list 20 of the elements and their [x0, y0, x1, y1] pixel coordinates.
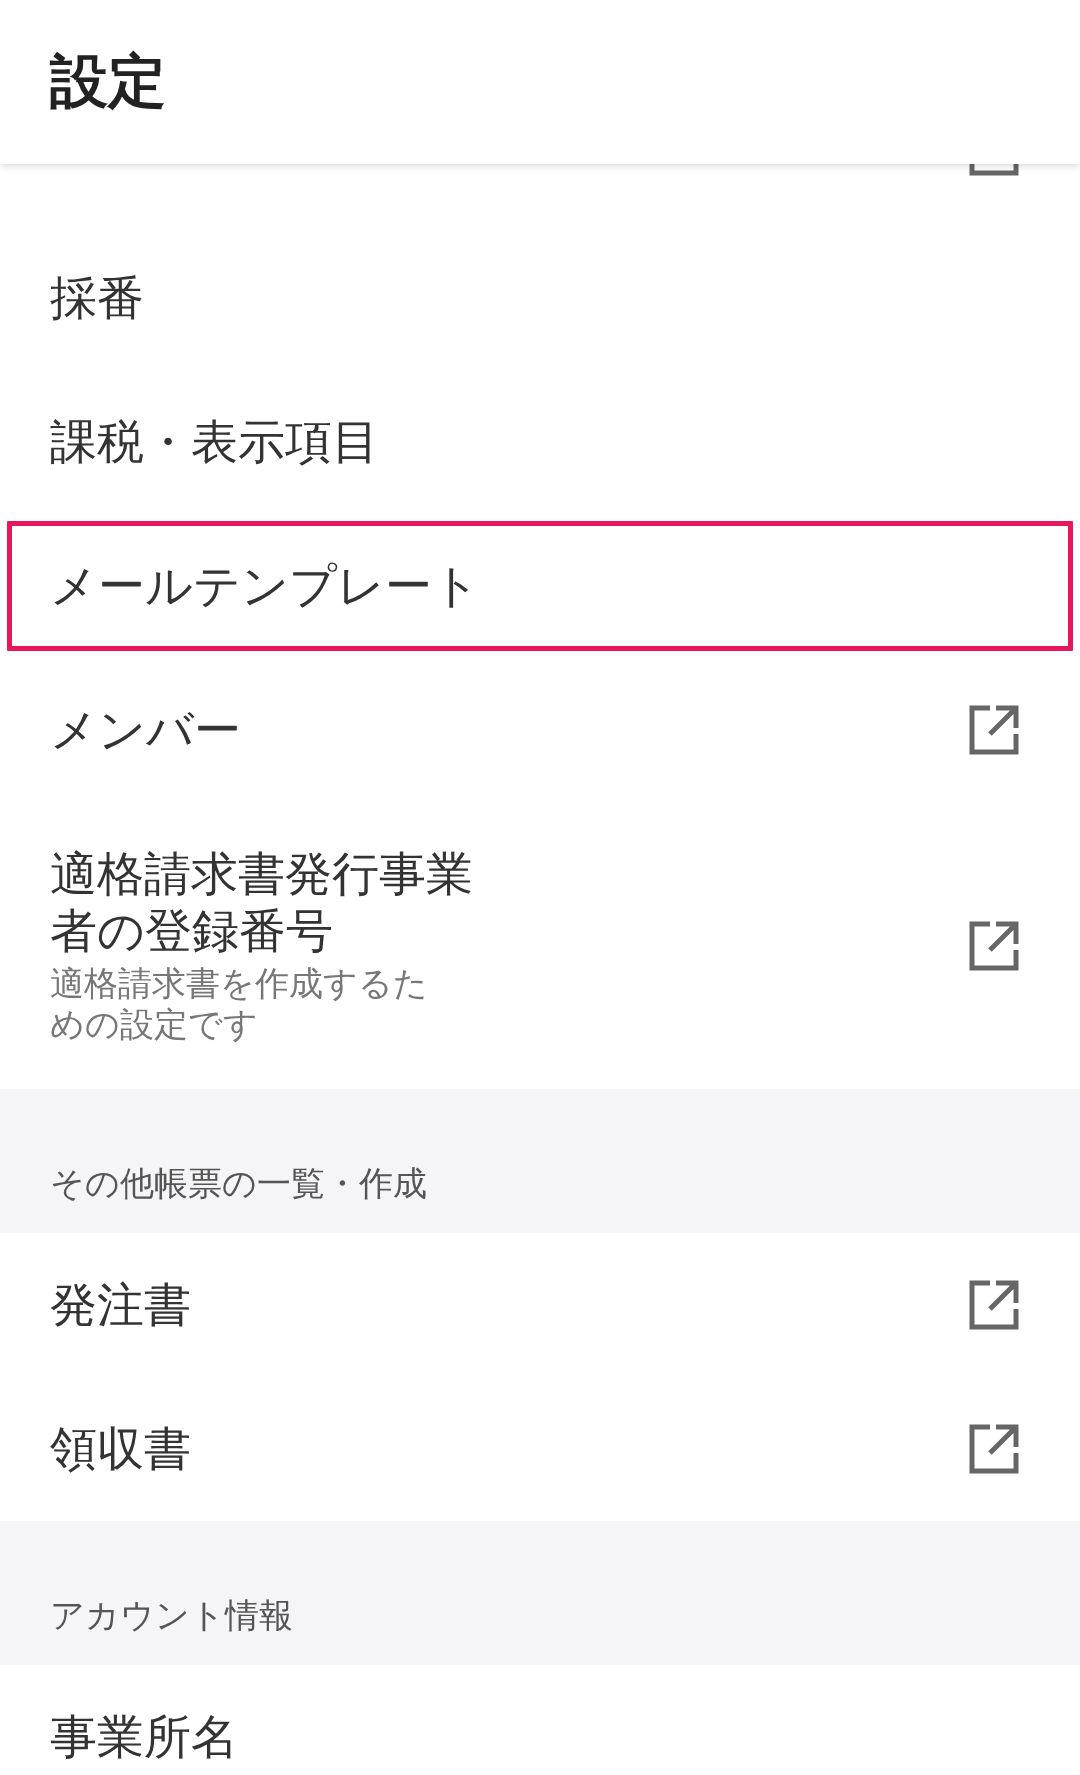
section-title: その他帳票の一覧・作成: [50, 1162, 427, 1205]
settings-item[interactable]: 領収書: [0, 1377, 1080, 1521]
settings-item[interactable]: 事業所名: [0, 1665, 1080, 1775]
settings-item[interactable]: メールテンプレート: [0, 514, 1080, 658]
item-label: 適格請求書発行事業者の登録番号: [50, 846, 474, 960]
item-label: メンバー: [50, 701, 241, 759]
page-title: 設定: [50, 46, 166, 117]
settings-item[interactable]: 適格請求書発行事業者の登録番号 適格請求書を作成するための設定です: [0, 802, 1080, 1089]
item-label: 領収書: [50, 1420, 191, 1478]
item-label: 採番: [50, 269, 144, 327]
item-label: 課税・表示項目: [50, 413, 379, 471]
item-description: 適格請求書を作成するための設定です: [50, 963, 429, 1045]
section-title: アカウント情報: [50, 1594, 293, 1637]
item-label: 事業所名: [50, 1708, 238, 1766]
settings-item[interactable]: 発注書: [0, 1233, 1080, 1377]
item-label: メールテンプレート: [50, 557, 480, 615]
settings-item[interactable]: 採番: [0, 226, 1080, 370]
settings-item[interactable]: 課税・表示項目: [0, 370, 1080, 514]
item-label: 発注書: [50, 1276, 191, 1334]
settings-item[interactable]: メンバー: [0, 658, 1080, 802]
